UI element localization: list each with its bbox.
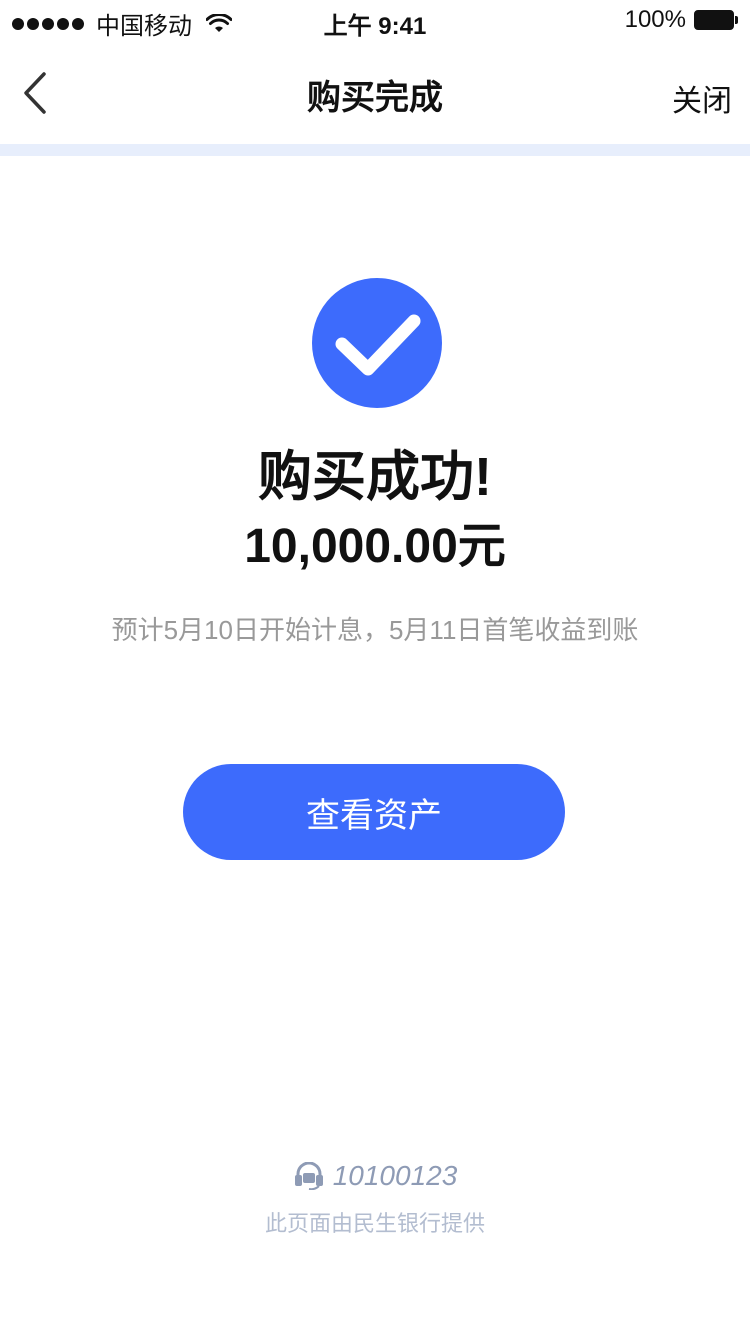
page-title: 购买完成: [307, 79, 443, 117]
status-bar: 中国移动 上午 9:41 100%: [0, 0, 750, 40]
close-button[interactable]: 关闭: [672, 76, 732, 120]
hotline[interactable]: 10100123: [0, 1160, 750, 1192]
check-circle-icon: [312, 278, 442, 408]
success-title: 购买成功!: [258, 447, 492, 507]
view-assets-label: 查看资产: [306, 796, 442, 835]
hotline-number: 10100123: [332, 1160, 458, 1191]
purchase-amount: 10,000.00元: [244, 520, 506, 573]
navigation-bar: 购买完成 关闭: [0, 40, 750, 144]
provider-note: 此页面由民生银行提供: [264, 1211, 485, 1236]
battery-icon: [694, 10, 738, 30]
status-right: 100%: [625, 6, 738, 34]
nav-divider: [0, 144, 750, 156]
interest-note: 预计5月10日开始计息，5月11日首笔收益到账: [111, 615, 639, 645]
headset-icon: [294, 1162, 323, 1190]
battery-percent: 100%: [624, 6, 686, 33]
view-assets-button[interactable]: 查看资产: [183, 764, 565, 860]
